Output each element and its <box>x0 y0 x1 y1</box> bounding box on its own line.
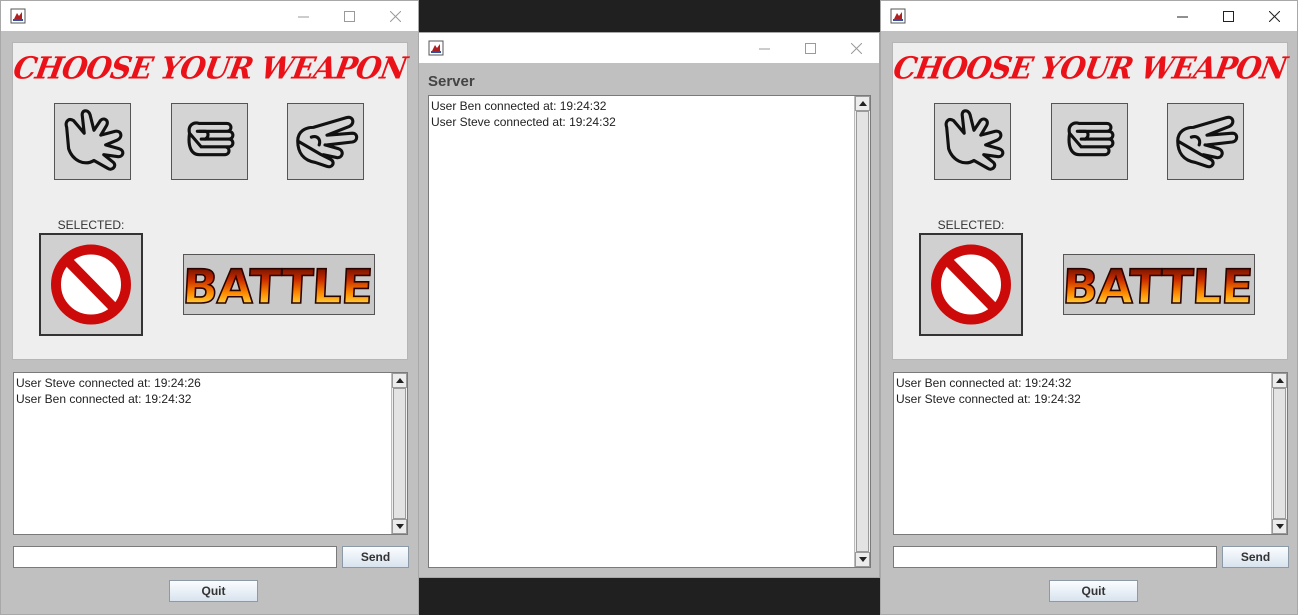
close-icon <box>850 42 862 54</box>
prohibited-icon <box>931 244 1011 325</box>
maximize-button[interactable] <box>787 33 833 63</box>
chat-line: User Steve connected at: 19:24:32 <box>896 392 1081 406</box>
java-app-icon <box>10 8 26 24</box>
arrow-down-icon <box>1275 524 1284 529</box>
paper-hand-icon <box>64 109 125 171</box>
minimize-icon <box>1176 16 1188 17</box>
scissors-button[interactable] <box>287 103 364 180</box>
close-icon <box>1268 10 1280 22</box>
svg-text:BATTLE: BATTLE <box>184 260 374 314</box>
message-input[interactable] <box>893 546 1217 568</box>
java-app-icon <box>428 40 444 56</box>
battle-button[interactable]: BATTLE <box>1060 254 1255 316</box>
quit-button[interactable]: Quit <box>1049 580 1138 602</box>
rock-button[interactable] <box>171 103 248 180</box>
minimize-icon <box>758 48 770 49</box>
chat-lines: User Ben connected at: 19:24:32 User Ste… <box>896 375 1269 407</box>
send-button[interactable]: Send <box>1222 546 1289 568</box>
server-title: Server <box>428 73 475 90</box>
rock-fist-icon <box>1067 121 1115 157</box>
close-button[interactable] <box>1251 1 1297 31</box>
chat-line: User Ben connected at: 19:24:32 <box>16 392 192 406</box>
scroll-thumb[interactable] <box>856 111 869 552</box>
server-line: User Ben connected at: 19:24:32 <box>431 99 607 113</box>
client-window-right: CHOOSE YOUR WEAPON SELECTED: BATTLE User… <box>880 0 1298 615</box>
chat-log[interactable]: User Ben connected at: 19:24:32 User Ste… <box>893 372 1288 535</box>
maximize-button[interactable] <box>326 1 372 31</box>
battle-fire-text: BATTLE <box>180 259 374 316</box>
choose-weapon-title: CHOOSE YOUR WEAPON <box>890 50 1290 86</box>
selected-label: SELECTED: <box>57 218 125 232</box>
svg-text:BATTLE: BATTLE <box>1064 260 1254 314</box>
chat-line: User Steve connected at: 19:24:26 <box>16 376 201 390</box>
message-input[interactable] <box>13 546 337 568</box>
maximize-icon <box>804 42 816 54</box>
chat-scrollbar[interactable] <box>391 373 407 534</box>
maximize-icon <box>1222 10 1234 22</box>
title-bar[interactable] <box>1 1 418 31</box>
server-scrollbar[interactable] <box>854 96 870 567</box>
game-panel: CHOOSE YOUR WEAPON SELECTED: BATTLE <box>10 42 410 360</box>
minimize-button[interactable] <box>741 33 787 63</box>
battle-button[interactable]: BATTLE <box>180 254 375 316</box>
send-button[interactable]: Send <box>342 546 409 568</box>
minimize-button[interactable] <box>1159 1 1205 31</box>
scissors-button[interactable] <box>1167 103 1244 180</box>
client-window-left: CHOOSE YOUR WEAPON SELECTED: BATTLE User… <box>0 0 419 615</box>
chat-lines: User Steve connected at: 19:24:26 User B… <box>16 375 389 407</box>
scissors-hand-icon <box>1176 115 1239 169</box>
minimize-icon <box>297 16 309 17</box>
server-window: Server User Ben connected at: 19:24:32 U… <box>418 32 880 578</box>
scissors-hand-icon <box>296 115 359 169</box>
scroll-down-button[interactable] <box>392 519 407 534</box>
rock-fist-icon <box>187 121 235 157</box>
minimize-button[interactable] <box>280 1 326 31</box>
scroll-up-button[interactable] <box>855 96 870 111</box>
chat-log[interactable]: User Steve connected at: 19:24:26 User B… <box>13 372 408 535</box>
scroll-down-button[interactable] <box>1272 519 1287 534</box>
scroll-thumb[interactable] <box>393 388 406 519</box>
scroll-down-button[interactable] <box>855 552 870 567</box>
close-icon <box>389 10 401 22</box>
rock-button[interactable] <box>1051 103 1128 180</box>
scroll-up-button[interactable] <box>392 373 407 388</box>
scroll-thumb[interactable] <box>1273 388 1286 519</box>
maximize-button[interactable] <box>1205 1 1251 31</box>
arrow-down-icon <box>858 557 867 562</box>
close-button[interactable] <box>833 33 879 63</box>
battle-fire-text: BATTLE <box>1060 259 1254 316</box>
selected-label: SELECTED: <box>937 218 1005 232</box>
arrow-up-icon <box>858 101 867 106</box>
server-lines: User Ben connected at: 19:24:32 User Ste… <box>431 98 852 130</box>
scroll-up-button[interactable] <box>1272 373 1287 388</box>
server-line: User Steve connected at: 19:24:32 <box>431 115 616 129</box>
title-bar[interactable] <box>419 33 879 63</box>
close-button[interactable] <box>372 1 418 31</box>
quit-button[interactable]: Quit <box>169 580 258 602</box>
chat-line: User Ben connected at: 19:24:32 <box>896 376 1072 390</box>
chat-scrollbar[interactable] <box>1271 373 1287 534</box>
arrow-down-icon <box>395 524 404 529</box>
choose-weapon-title: CHOOSE YOUR WEAPON <box>10 50 410 86</box>
game-panel: CHOOSE YOUR WEAPON SELECTED: BATTLE <box>890 42 1290 360</box>
selected-weapon-display <box>919 233 1023 336</box>
paper-hand-icon <box>944 109 1005 171</box>
paper-button[interactable] <box>54 103 131 180</box>
maximize-icon <box>343 10 355 22</box>
selected-weapon-display <box>39 233 143 336</box>
paper-button[interactable] <box>934 103 1011 180</box>
arrow-up-icon <box>395 378 404 383</box>
title-bar[interactable] <box>881 1 1297 31</box>
server-log[interactable]: User Ben connected at: 19:24:32 User Ste… <box>428 95 871 568</box>
java-app-icon <box>890 8 906 24</box>
arrow-up-icon <box>1275 378 1284 383</box>
prohibited-icon <box>51 244 131 325</box>
